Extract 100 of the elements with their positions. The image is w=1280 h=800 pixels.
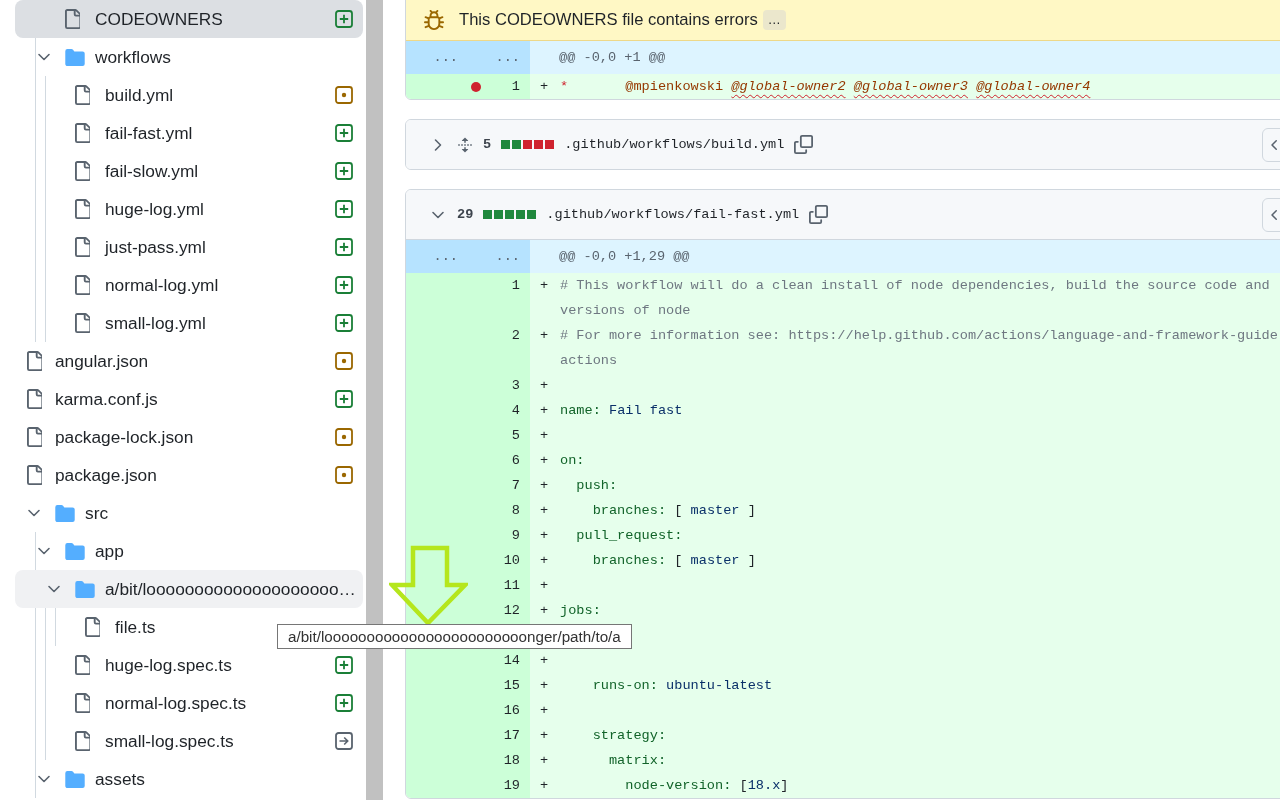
added-sign: + [540, 602, 550, 620]
file-icon [75, 275, 90, 295]
file-tree-item[interactable]: karma.conf.js [15, 380, 363, 418]
file-icon [27, 389, 42, 409]
file-icon [75, 237, 90, 257]
added-sign: + [540, 552, 550, 570]
dot-square-icon [335, 352, 353, 370]
added-sign: + [540, 78, 550, 96]
copy-icon[interactable] [809, 205, 829, 224]
file-tree-item[interactable]: build.yml [15, 76, 363, 114]
folder-tree-item[interactable]: src [15, 494, 363, 532]
file-icon [27, 351, 42, 371]
bug-icon [424, 9, 444, 30]
file-icon [27, 427, 42, 447]
hunk-header: @@ -0,0 +1,29 @@ [530, 240, 1280, 273]
folder-icon [65, 770, 85, 788]
hunk-header: @@ -0,0 +1 @@ [530, 41, 1280, 74]
code-text: pull_request: [575, 527, 683, 545]
file-icon [75, 731, 90, 751]
added-sign: + [540, 477, 550, 495]
plus-square-icon [335, 390, 353, 408]
added-sign: + [540, 527, 550, 545]
file-tree-item[interactable]: normal-log.yml [15, 266, 363, 304]
file-icon [85, 617, 100, 637]
file-icon [75, 313, 90, 333]
plus-square-icon [335, 314, 353, 332]
line-number: 2 [511, 327, 520, 345]
added-sign: + [540, 402, 550, 420]
folder-tree-item[interactable]: workflows [15, 38, 363, 76]
tooltip: a/bit/loooooooooooooooooooooooonger/path/to/a [277, 624, 632, 649]
code-text: on: [560, 452, 585, 470]
file-path-link[interactable]: .github/workflows/build.yml [564, 137, 785, 152]
file-tree-item[interactable]: huge-log.spec.ts [15, 646, 363, 684]
plus-square-icon [335, 200, 353, 218]
more-button[interactable]: … [762, 9, 786, 30]
added-sign: + [540, 677, 550, 695]
banner-message: This CODEOWNERS file contains errors [459, 9, 758, 30]
arrow-square-icon [335, 732, 353, 750]
file-tree-item[interactable]: fail-slow.yml [15, 152, 363, 190]
file-icon [75, 161, 90, 181]
dot-square-icon [335, 466, 353, 484]
down-arrow-icon [389, 545, 468, 627]
file-tree-item[interactable]: small-log.yml [15, 304, 363, 342]
file-icon [75, 693, 90, 713]
gutter-ellipsis: ... [495, 249, 520, 264]
folder-tree-item[interactable]: a/bit/loooooooooooooooooooo… [15, 570, 363, 608]
unfold-icon[interactable] [457, 136, 473, 153]
plus-square-icon [335, 694, 353, 712]
folder-icon [65, 48, 85, 66]
file-path-link[interactable]: .github/workflows/fail-fast.yml [546, 207, 800, 222]
added-sign: + [540, 327, 550, 345]
dot-square-icon [335, 428, 353, 446]
plus-square-icon [335, 238, 353, 256]
line-number: 5 [511, 427, 520, 445]
folder-tree-item[interactable]: app [15, 532, 363, 570]
line-number: 12 [503, 602, 520, 620]
plus-square-icon [335, 162, 353, 180]
file-tree-item[interactable]: fail-fast.yml [15, 114, 363, 152]
file-icon [27, 465, 42, 485]
added-sign: + [540, 427, 550, 445]
plus-square-icon [335, 656, 353, 674]
code-text: # This workflow will do a clean install of node dependencies, build the source code and [560, 277, 1270, 295]
file-tree-item[interactable]: CODEOWNERS [15, 0, 363, 38]
line-number: 14 [503, 652, 520, 670]
folder-icon [65, 542, 85, 560]
code-text: actions [560, 352, 619, 370]
file-tree-item[interactable]: normal-log.spec.ts [15, 684, 363, 722]
line-number: 4 [511, 402, 520, 420]
file-tree-item[interactable]: package.json [15, 456, 363, 494]
gutter-ellipsis: ... [433, 249, 458, 264]
line-number: 9 [511, 527, 520, 545]
code-text: # For more information see: https://help.github.com/actions/language-and-framework-guide [560, 327, 1278, 345]
file-tree-item[interactable]: small-log.spec.ts [15, 722, 363, 760]
file-tree-item[interactable]: huge-log.yml [15, 190, 363, 228]
copy-icon[interactable] [794, 135, 814, 154]
code-text: matrix: [607, 752, 667, 770]
line-number: 8 [511, 502, 520, 520]
gutter-ellipsis: ... [433, 50, 458, 65]
line-number: 7 [511, 477, 520, 495]
line-number: 11 [503, 577, 520, 595]
code-text: jobs: [560, 602, 601, 620]
changes-count: 29 [457, 207, 474, 222]
file-icon [65, 9, 80, 29]
plus-square-icon [335, 276, 353, 294]
gutter-ellipsis: ... [495, 50, 520, 65]
added-sign: + [540, 277, 550, 295]
file-icon [75, 85, 90, 105]
folder-tree-item[interactable]: assets [15, 760, 363, 798]
line-number: 6 [511, 452, 520, 470]
file-icon [75, 199, 90, 219]
folder-icon [75, 580, 95, 598]
added-sign: + [540, 652, 550, 670]
code-text: name: Fail fast [560, 402, 683, 420]
file-tree-item[interactable]: package-lock.json [15, 418, 363, 456]
added-sign: + [540, 577, 550, 595]
file-tree-item[interactable]: just-pass.yml [15, 228, 363, 266]
plus-square-icon [335, 124, 353, 142]
line-number: 10 [503, 552, 520, 570]
file-tree-item[interactable]: angular.json [15, 342, 363, 380]
code-text: runs-on: ubuntu-latest [591, 677, 773, 695]
